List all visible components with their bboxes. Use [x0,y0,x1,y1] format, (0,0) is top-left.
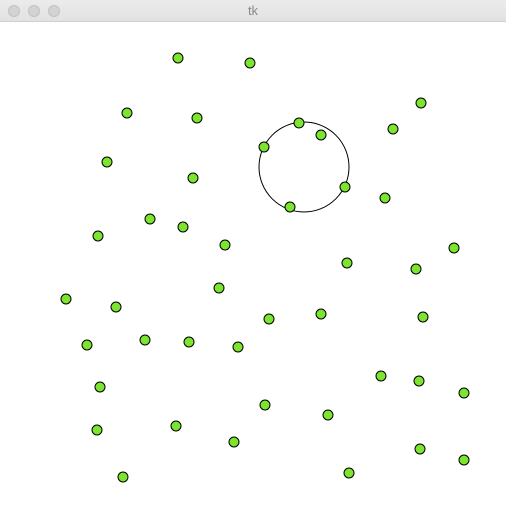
title-bar[interactable]: tk [0,0,506,22]
green-dot[interactable] [170,420,182,432]
green-dot[interactable] [81,339,93,351]
green-dot[interactable] [458,454,470,466]
green-dot[interactable] [415,97,427,109]
green-dot[interactable] [117,471,129,483]
green-dot[interactable] [259,399,271,411]
green-dot[interactable] [191,112,203,124]
green-dot[interactable] [92,230,104,242]
green-dot[interactable] [232,341,244,353]
green-dot[interactable] [172,52,184,64]
green-dot[interactable] [183,336,195,348]
green-dot[interactable] [258,141,270,153]
canvas-svg[interactable] [0,22,506,528]
green-dot[interactable] [187,172,199,184]
green-dot[interactable] [244,57,256,69]
green-dot[interactable] [379,192,391,204]
green-dot[interactable] [139,334,151,346]
green-dot[interactable] [414,443,426,455]
green-dot[interactable] [413,375,425,387]
green-dot[interactable] [315,129,327,141]
green-dot[interactable] [110,301,122,313]
green-dot[interactable] [144,213,156,225]
selection-circle[interactable] [258,121,350,213]
green-dot[interactable] [263,313,275,325]
green-dot[interactable] [322,409,334,421]
green-dot[interactable] [121,107,133,119]
green-dot[interactable] [219,239,231,251]
green-dot[interactable] [213,282,225,294]
green-dot[interactable] [101,156,113,168]
green-dot[interactable] [339,181,351,193]
drawing-canvas[interactable] [0,22,506,528]
green-dot[interactable] [448,242,460,254]
green-dot[interactable] [315,308,327,320]
green-dot[interactable] [458,387,470,399]
green-dot[interactable] [91,424,103,436]
green-dot[interactable] [293,117,305,129]
green-dot[interactable] [177,221,189,233]
green-dot[interactable] [94,381,106,393]
green-dot[interactable] [410,263,422,275]
green-dot[interactable] [387,123,399,135]
tk-window: tk [0,0,506,528]
green-dot[interactable] [343,467,355,479]
green-dot[interactable] [284,201,296,213]
green-dot[interactable] [375,370,387,382]
green-dot[interactable] [228,436,240,448]
window-title: tk [247,3,259,18]
green-dot[interactable] [341,257,353,269]
green-dot[interactable] [60,293,72,305]
green-dot[interactable] [417,311,429,323]
